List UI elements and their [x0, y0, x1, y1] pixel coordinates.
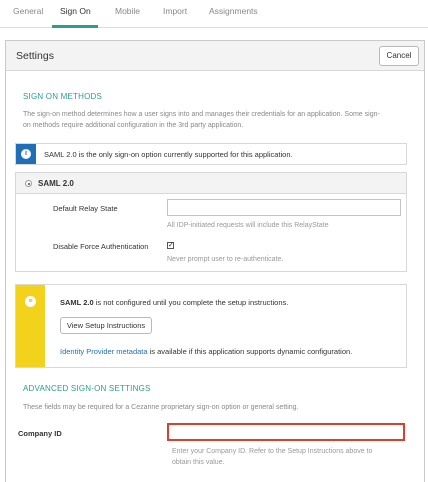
- tab-import[interactable]: Import: [163, 6, 187, 16]
- tab-mobile[interactable]: Mobile: [115, 6, 140, 16]
- sign-on-methods-description-1: The sign-on method determines how a user…: [23, 111, 380, 118]
- advanced-settings-title: ADVANCED SIGN-ON SETTINGS: [23, 384, 151, 393]
- company-id-input[interactable]: [167, 423, 405, 441]
- idp-metadata-line: Identity Provider metadata is available …: [60, 347, 352, 356]
- saml-radio[interactable]: [25, 180, 32, 187]
- relay-state-label: Default Relay State: [53, 204, 118, 213]
- setup-notice-bold: SAML 2.0: [60, 298, 94, 307]
- disable-force-auth-checkbox[interactable]: ✓: [167, 242, 174, 249]
- sign-on-methods-description-2: on methods require additional configurat…: [23, 122, 244, 129]
- sign-on-methods-title: SIGN ON METHODS: [23, 92, 103, 101]
- idp-metadata-link[interactable]: Identity Provider metadata: [60, 347, 148, 356]
- view-setup-instructions-button[interactable]: View Setup Instructions: [60, 317, 152, 334]
- tab-general[interactable]: General: [13, 6, 43, 16]
- saml-option-header[interactable]: SAML 2.0: [16, 173, 406, 194]
- company-id-hint-1: Enter your Company ID. Refer to the Setu…: [172, 448, 373, 455]
- info-callout: i SAML 2.0 is the only sign-on option cu…: [15, 143, 407, 165]
- cancel-button[interactable]: Cancel: [379, 46, 419, 66]
- settings-header: Settings Cancel: [6, 41, 424, 71]
- saml-option-box: SAML 2.0 Default Relay State All IDP-ini…: [15, 172, 407, 272]
- active-tab-indicator: [52, 25, 98, 28]
- setup-notice: ≡ SAML 2.0 is not configured until you c…: [15, 284, 407, 368]
- disable-force-auth-hint: Never prompt user to re-authenticate.: [167, 256, 284, 263]
- setup-notice-text: SAML 2.0 is not configured until you com…: [60, 298, 288, 307]
- idp-metadata-rest: is available if this application support…: [147, 347, 353, 356]
- setup-notice-rest: is not configured until you complete the…: [93, 298, 289, 307]
- company-id-hint-2: obtain this value.: [172, 459, 225, 466]
- relay-state-hint: All IDP-initiated requests will include …: [167, 222, 329, 229]
- tab-sign-on[interactable]: Sign On: [60, 6, 91, 16]
- tab-bar: General Sign On Mobile Import Assignment…: [0, 0, 428, 28]
- list-icon: ≡: [25, 296, 36, 307]
- company-id-label: Company ID: [18, 429, 62, 438]
- info-icon: i: [21, 149, 31, 159]
- tab-assignments[interactable]: Assignments: [209, 6, 258, 16]
- info-text: SAML 2.0 is the only sign-on option curr…: [44, 150, 293, 159]
- disable-force-auth-label: Disable Force Authentication: [53, 242, 149, 251]
- advanced-settings-description: These fields may be required for a Cezan…: [23, 404, 299, 411]
- warning-stripe: ≡: [16, 285, 45, 367]
- settings-title: Settings: [16, 50, 54, 62]
- saml-label: SAML 2.0: [38, 179, 74, 188]
- relay-state-input[interactable]: [167, 199, 401, 216]
- info-stripe: i: [16, 144, 36, 164]
